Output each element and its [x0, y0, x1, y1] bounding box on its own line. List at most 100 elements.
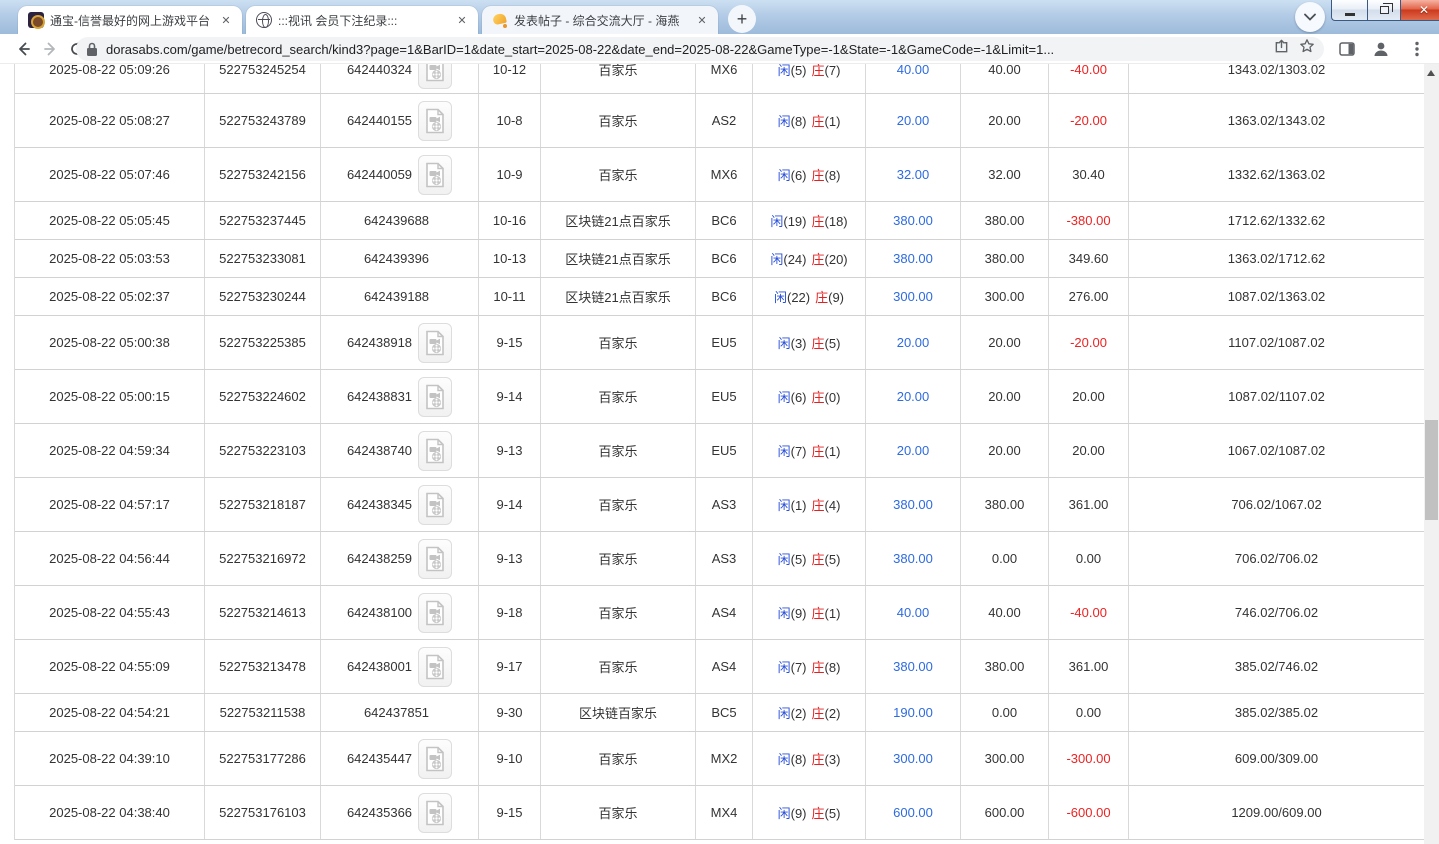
vertical-scrollbar[interactable]	[1424, 64, 1439, 844]
round-id: 642439188	[364, 289, 429, 304]
new-tab-button[interactable]: +	[728, 5, 756, 33]
share-button[interactable]	[1272, 38, 1290, 54]
bet-amount: 380.00	[866, 202, 961, 239]
player-result: 闲(5)	[778, 549, 807, 568]
address-bar[interactable]: dorasabs.com/game/betrecord_search/kind3…	[76, 37, 1324, 61]
bet-id: 522753223103	[205, 424, 321, 477]
window-close-icon: ✕	[1419, 3, 1429, 17]
win-loss: 0.00	[1049, 532, 1129, 585]
balance-before-after: 706.02/706.02	[1129, 532, 1425, 585]
result-cell: 闲(9) 庄(5)	[753, 786, 866, 839]
table-row: 2025-08-22 05:03:53 522753233081 6424393…	[15, 240, 1425, 278]
scroll-up-icon[interactable]	[1427, 70, 1435, 76]
tab-bet-record[interactable]: :::视讯 会员下注纪录::: ✕	[246, 6, 478, 34]
valid-amount: 20.00	[961, 316, 1049, 369]
table-row: 2025-08-22 04:38:40 522753176103 6424353…	[15, 786, 1425, 840]
bookmark-button[interactable]	[1298, 38, 1316, 54]
round-cell: 642440059	[321, 148, 479, 201]
game-name: 百家乐	[541, 94, 696, 147]
table-row: 2025-08-22 05:07:46 522753242156 6424400…	[15, 148, 1425, 202]
round-cell: 642438100	[321, 586, 479, 639]
bet-id: 522753213478	[205, 640, 321, 693]
valid-amount: 380.00	[961, 478, 1049, 531]
globe-icon	[256, 12, 272, 28]
bet-id: 522753245254	[205, 64, 321, 94]
tab-tongbao[interactable]: 通宝-信誉最好的网上游戏平台 ✕	[18, 6, 242, 34]
maximize-button[interactable]	[1367, 0, 1401, 21]
balance-before-after: 1087.02/1363.02	[1129, 278, 1425, 315]
bet-record-table: 2025-08-22 05:09:26 522753245254 6424403…	[14, 64, 1425, 840]
game-name: 区块链21点百家乐	[541, 240, 696, 277]
bet-id: 522753237445	[205, 202, 321, 239]
table-row: 2025-08-22 04:39:10 522753177286 6424354…	[15, 732, 1425, 786]
bet-time: 2025-08-22 05:08:27	[15, 94, 205, 147]
video-replay-button[interactable]	[418, 647, 452, 687]
table-row: 2025-08-22 04:55:43 522753214613 6424381…	[15, 586, 1425, 640]
table-seat: 10-11	[479, 278, 541, 315]
game-code: AS4	[696, 586, 753, 639]
round-id: 642438918	[347, 335, 412, 350]
player-result: 闲(6)	[778, 165, 807, 184]
video-file-icon	[425, 384, 445, 410]
video-replay-button[interactable]	[418, 431, 452, 471]
banker-result: 庄(5)	[812, 549, 841, 568]
round-id: 642435447	[347, 751, 412, 766]
scrollbar-thumb[interactable]	[1425, 420, 1438, 520]
tab-forum-post[interactable]: 发表帖子 - 综合交流大厅 - 海燕 ✕	[482, 6, 718, 34]
result-cell: 闲(8) 庄(3)	[753, 732, 866, 785]
close-icon[interactable]: ✕	[218, 12, 234, 28]
minimize-icon	[1345, 13, 1355, 16]
lock-icon	[86, 42, 98, 57]
video-replay-button[interactable]	[418, 64, 452, 89]
side-panel-button[interactable]	[1336, 39, 1358, 59]
close-icon[interactable]: ✕	[694, 12, 710, 28]
round-cell: 642438831	[321, 370, 479, 423]
bet-id: 522753233081	[205, 240, 321, 277]
close-window-button[interactable]: ✕	[1401, 0, 1439, 21]
menu-button[interactable]	[1406, 39, 1428, 59]
video-replay-button[interactable]	[418, 593, 452, 633]
bet-time: 2025-08-22 04:55:43	[15, 586, 205, 639]
tab-search-button[interactable]	[1295, 2, 1325, 32]
bet-amount: 380.00	[866, 478, 961, 531]
forward-icon	[43, 41, 59, 57]
video-replay-button[interactable]	[418, 323, 452, 363]
result-cell: 闲(7) 庄(8)	[753, 640, 866, 693]
bet-amount: 32.00	[866, 148, 961, 201]
video-replay-button[interactable]	[418, 155, 452, 195]
back-button[interactable]	[12, 38, 34, 60]
video-replay-button[interactable]	[418, 377, 452, 417]
video-replay-button[interactable]	[418, 539, 452, 579]
banker-result: 庄(18)	[812, 211, 848, 230]
bet-time: 2025-08-22 04:59:34	[15, 424, 205, 477]
video-replay-button[interactable]	[418, 485, 452, 525]
result-cell: 闲(3) 庄(5)	[753, 316, 866, 369]
banker-result: 庄(7)	[812, 64, 841, 79]
table-seat: 9-14	[479, 370, 541, 423]
bet-time: 2025-08-22 05:00:38	[15, 316, 205, 369]
game-name: 百家乐	[541, 732, 696, 785]
table-seat: 9-10	[479, 732, 541, 785]
table-row: 2025-08-22 05:09:26 522753245254 6424403…	[15, 64, 1425, 94]
result-cell: 闲(9) 庄(1)	[753, 586, 866, 639]
forward-button[interactable]	[40, 38, 62, 60]
round-id: 642438259	[347, 551, 412, 566]
close-icon[interactable]: ✕	[454, 12, 470, 28]
game-code: AS2	[696, 94, 753, 147]
bet-amount: 380.00	[866, 240, 961, 277]
profile-button[interactable]	[1370, 39, 1392, 59]
video-replay-button[interactable]	[418, 101, 452, 141]
video-replay-button[interactable]	[418, 793, 452, 833]
tab-title: :::视讯 会员下注纪录:::	[278, 12, 448, 29]
balance-before-after: 1343.02/1303.02	[1129, 64, 1425, 94]
table-seat: 10-8	[479, 94, 541, 147]
result-cell: 闲(7) 庄(1)	[753, 424, 866, 477]
video-replay-button[interactable]	[418, 739, 452, 779]
game-name: 百家乐	[541, 478, 696, 531]
minimize-button[interactable]	[1331, 0, 1367, 21]
win-loss: -300.00	[1049, 732, 1129, 785]
balance-before-after: 1087.02/1107.02	[1129, 370, 1425, 423]
banker-result: 庄(5)	[812, 333, 841, 352]
player-result: 闲(6)	[778, 387, 807, 406]
round-id: 642438100	[347, 605, 412, 620]
